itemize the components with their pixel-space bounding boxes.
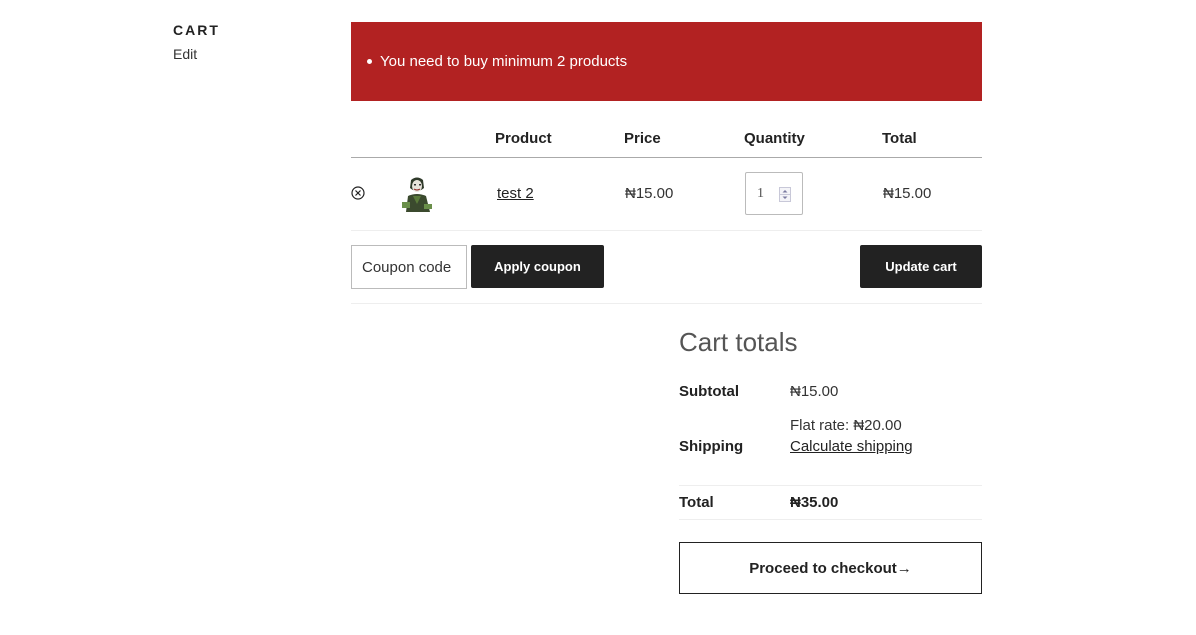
header-product: Product	[495, 130, 552, 147]
notice-item: You need to buy minimum 2 products	[367, 53, 627, 70]
quantity-value[interactable]: 1	[757, 186, 764, 202]
shipping-label: Shipping	[679, 438, 744, 455]
coupon-code-input[interactable]	[351, 245, 467, 289]
update-cart-button[interactable]: Update cart	[860, 245, 982, 288]
product-thumbnail[interactable]	[398, 174, 436, 212]
subtotal-label: Subtotal	[679, 383, 739, 400]
product-name-link[interactable]: test 2	[497, 185, 534, 202]
total-divider-top	[679, 485, 982, 486]
product-price: ₦15.00	[625, 185, 674, 202]
notice-message: You need to buy minimum 2 products	[380, 53, 628, 70]
error-notice: You need to buy minimum 2 products	[351, 22, 982, 101]
product-subtotal: ₦15.00	[883, 185, 932, 202]
actions-divider	[351, 303, 982, 304]
page-title: CART	[173, 22, 220, 38]
edit-link[interactable]: Edit	[173, 46, 197, 62]
total-value: ₦35.00	[790, 494, 839, 511]
header-quantity: Quantity	[744, 130, 805, 147]
cart-totals-title: Cart totals	[679, 327, 798, 357]
stepper-arrows-icon[interactable]	[779, 187, 791, 202]
shipping-rate: Flat rate: ₦20.00	[790, 417, 902, 434]
proceed-to-checkout-button[interactable]: Proceed to checkout→	[679, 542, 982, 594]
header-total: Total	[882, 130, 917, 147]
row-divider	[351, 230, 982, 231]
subtotal-value: ₦15.00	[790, 383, 839, 400]
total-label: Total	[679, 494, 714, 511]
cart-page: CART Edit You need to buy minimum 2 prod…	[0, 0, 1196, 635]
calculate-shipping-link[interactable]: Calculate shipping	[790, 438, 913, 455]
quantity-stepper[interactable]: 1	[745, 172, 803, 215]
bullet-icon	[367, 59, 372, 64]
apply-coupon-button[interactable]: Apply coupon	[471, 245, 604, 288]
header-price: Price	[624, 130, 661, 147]
remove-item-icon[interactable]	[351, 186, 365, 200]
table-header-divider	[351, 157, 982, 158]
total-divider-bottom	[679, 519, 982, 520]
